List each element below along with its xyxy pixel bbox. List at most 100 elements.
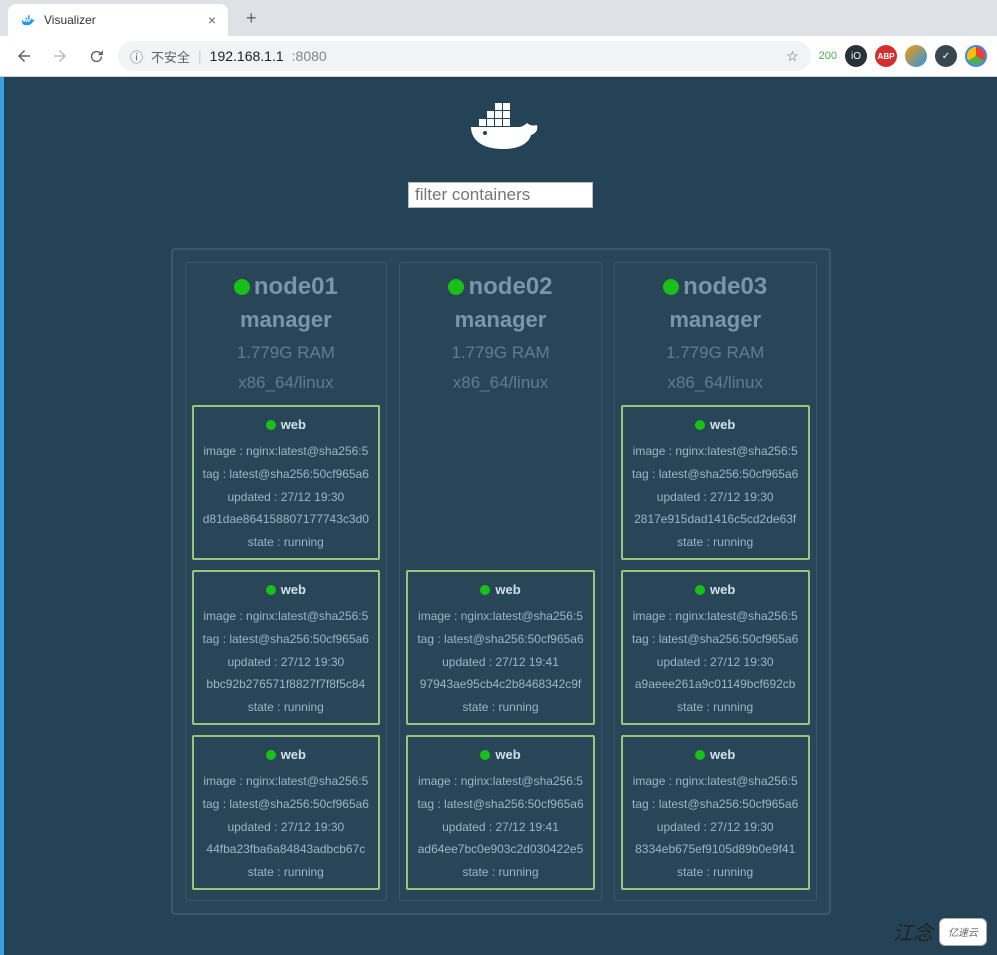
extension-icon[interactable]: iO (845, 45, 867, 67)
container-id: bbc92b276571f8827f7f8f5c84 (198, 673, 375, 696)
status-dot-icon (663, 279, 679, 295)
container-state: state : running (627, 861, 804, 884)
container-card[interactable]: web image : nginx:latest@sha256:5 tag : … (621, 735, 810, 890)
node-name: node03 (621, 273, 810, 301)
container-image: image : nginx:latest@sha256:5 (412, 770, 589, 793)
back-button[interactable] (10, 42, 38, 70)
container-updated: updated : 27/12 19:30 (627, 486, 804, 509)
node-column: node01 manager 1.779G RAM x86_64/linux w… (185, 262, 388, 901)
container-name: web (198, 747, 375, 762)
security-label: 不安全 (151, 47, 190, 66)
status-dot-icon (480, 750, 490, 760)
node-arch: x86_64/linux (621, 373, 810, 393)
node-arch: x86_64/linux (406, 373, 595, 393)
node-ram: 1.779G RAM (406, 343, 595, 363)
status-dot-icon (695, 750, 705, 760)
node-arch: x86_64/linux (192, 373, 381, 393)
container-id: 97943ae95cb4c2b8468342c9f (412, 673, 589, 696)
container-image: image : nginx:latest@sha256:5 (627, 605, 804, 628)
container-tag: tag : latest@sha256:50cf965a6 (627, 793, 804, 816)
watermark: 江念 亿速云 (893, 917, 987, 946)
status-dot-icon (266, 585, 276, 595)
node-name: node01 (192, 273, 381, 301)
container-state: state : running (627, 696, 804, 719)
visualizer-page: node01 manager 1.779G RAM x86_64/linux w… (0, 77, 997, 955)
container-image: image : nginx:latest@sha256:5 (198, 440, 375, 463)
node-ram: 1.779G RAM (192, 343, 381, 363)
forward-button[interactable] (46, 42, 74, 70)
watermark-logo: 亿速云 (939, 918, 987, 946)
container-tag: tag : latest@sha256:50cf965a6 (412, 793, 589, 816)
status-dot-icon (695, 585, 705, 595)
profile-icon[interactable] (965, 45, 987, 67)
container-tag: tag : latest@sha256:50cf965a6 (412, 628, 589, 651)
container-card[interactable]: web image : nginx:latest@sha256:5 tag : … (192, 570, 381, 725)
container-id: a9aeee261a9c01149bcf692cb (627, 673, 804, 696)
page-header (4, 77, 997, 172)
bookmark-star-icon[interactable]: ☆ (786, 48, 799, 65)
docker-whale-icon (461, 97, 541, 157)
container-tag: tag : latest@sha256:50cf965a6 (198, 628, 375, 651)
container-card[interactable]: web image : nginx:latest@sha256:5 tag : … (621, 405, 810, 560)
container-name: web (627, 582, 804, 597)
container-tag: tag : latest@sha256:50cf965a6 (198, 793, 375, 816)
container-card[interactable]: web image : nginx:latest@sha256:5 tag : … (192, 735, 381, 890)
container-tag: tag : latest@sha256:50cf965a6 (198, 463, 375, 486)
filter-input[interactable] (408, 182, 593, 208)
whale-favicon-icon (20, 12, 36, 28)
container-card[interactable]: web image : nginx:latest@sha256:5 tag : … (406, 570, 595, 725)
container-name: web (412, 747, 589, 762)
container-image: image : nginx:latest@sha256:5 (198, 605, 375, 628)
containers-list: web image : nginx:latest@sha256:5 tag : … (406, 405, 595, 890)
container-tag: tag : latest@sha256:50cf965a6 (627, 628, 804, 651)
container-state: state : running (412, 696, 589, 719)
container-id: 44fba23fba6a84843adbcb67c (198, 838, 375, 861)
extension-icon[interactable] (905, 45, 927, 67)
status-dot-icon (695, 420, 705, 430)
container-state: state : running (627, 531, 804, 554)
container-image: image : nginx:latest@sha256:5 (198, 770, 375, 793)
node-name: node02 (406, 273, 595, 301)
container-updated: updated : 27/12 19:30 (198, 651, 375, 674)
browser-tab[interactable]: Visualizer × (8, 4, 228, 36)
node-role: manager (192, 307, 381, 333)
container-state: state : running (198, 531, 375, 554)
container-updated: updated : 27/12 19:30 (627, 651, 804, 674)
container-name: web (627, 747, 804, 762)
containers-list: web image : nginx:latest@sha256:5 tag : … (192, 405, 381, 890)
adblock-extension-icon[interactable]: ABP (875, 45, 897, 67)
container-state: state : running (412, 861, 589, 884)
status-dot-icon (448, 279, 464, 295)
status-dot-icon (266, 750, 276, 760)
container-name: web (412, 582, 589, 597)
container-image: image : nginx:latest@sha256:5 (627, 440, 804, 463)
address-bar[interactable]: ⓘ 不安全 | 192.168.1.1:8080 ☆ (118, 41, 811, 71)
status-dot-icon (234, 279, 250, 295)
url-port: :8080 (292, 48, 327, 64)
extension-icon[interactable]: ✓ (935, 45, 957, 67)
container-state: state : running (198, 861, 375, 884)
filter-container (4, 182, 997, 208)
http-status-badge: 200 (819, 50, 837, 62)
watermark-text: 江念 (893, 917, 933, 946)
node-column: node03 manager 1.779G RAM x86_64/linux w… (614, 262, 817, 901)
close-icon[interactable]: × (208, 12, 216, 28)
reload-button[interactable] (82, 42, 110, 70)
containers-list: web image : nginx:latest@sha256:5 tag : … (621, 405, 810, 890)
info-icon: ⓘ (130, 47, 143, 66)
container-card[interactable]: web image : nginx:latest@sha256:5 tag : … (192, 405, 381, 560)
container-id: 8334eb675ef9105d89b0e9f41 (627, 838, 804, 861)
container-updated: updated : 27/12 19:30 (198, 816, 375, 839)
container-card[interactable]: web image : nginx:latest@sha256:5 tag : … (621, 570, 810, 725)
container-state: state : running (198, 696, 375, 719)
node-role: manager (621, 307, 810, 333)
container-card[interactable]: web image : nginx:latest@sha256:5 tag : … (406, 735, 595, 890)
new-tab-button[interactable]: + (238, 8, 265, 29)
nodes-panel: node01 manager 1.779G RAM x86_64/linux w… (171, 248, 831, 915)
node-role: manager (406, 307, 595, 333)
browser-chrome: Visualizer × + ⓘ 不安全 | 192.168.1.1:8080 … (0, 0, 997, 77)
container-image: image : nginx:latest@sha256:5 (627, 770, 804, 793)
container-name: web (198, 582, 375, 597)
container-id: d81dae864158807177743c3d0 (198, 508, 375, 531)
container-id: ad64ee7bc0e903c2d030422e5 (412, 838, 589, 861)
